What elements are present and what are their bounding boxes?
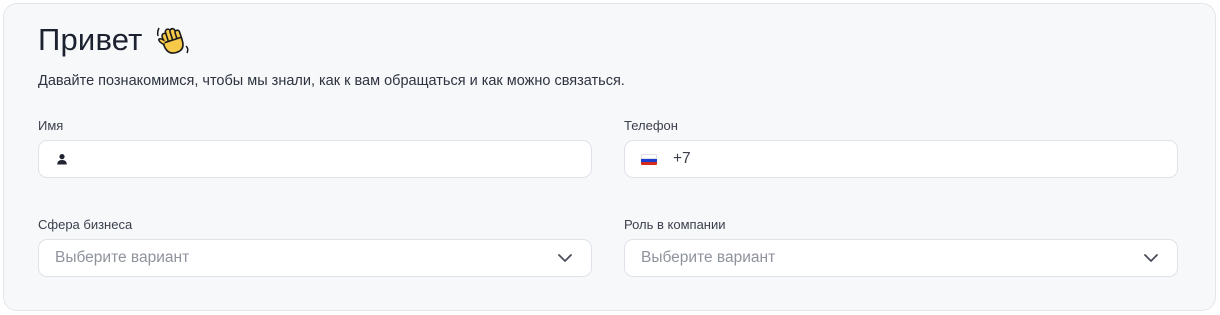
phone-prefix: +7 xyxy=(673,150,691,167)
name-input[interactable] xyxy=(81,141,591,177)
page-title: Привет xyxy=(38,22,143,57)
phone-label: Телефон xyxy=(624,118,678,133)
waving-hand-icon xyxy=(156,27,189,54)
name-field[interactable] xyxy=(38,140,592,178)
phone-field[interactable]: +7 xyxy=(624,140,1178,178)
chevron-down-icon[interactable] xyxy=(1143,253,1159,263)
phone-input[interactable] xyxy=(696,141,1177,177)
ru-flag-icon[interactable] xyxy=(641,153,657,165)
chevron-down-icon[interactable] xyxy=(557,253,573,263)
business-select[interactable]: Выберите вариант xyxy=(38,239,592,277)
user-icon xyxy=(57,154,67,165)
header: Привет xyxy=(38,20,191,60)
role-label: Роль в компании xyxy=(624,217,726,232)
role-placeholder: Выберите вариант xyxy=(641,249,776,266)
form-card: Привет Давайте познакомимся, чтобы мы зн… xyxy=(3,3,1216,311)
business-label: Сфера бизнеса xyxy=(38,217,133,232)
intro-text: Давайте познакомимся, чтобы мы знали, ка… xyxy=(38,73,625,89)
role-select[interactable]: Выберите вариант xyxy=(624,239,1178,277)
name-label: Имя xyxy=(38,118,64,133)
business-placeholder: Выберите вариант xyxy=(55,249,190,266)
